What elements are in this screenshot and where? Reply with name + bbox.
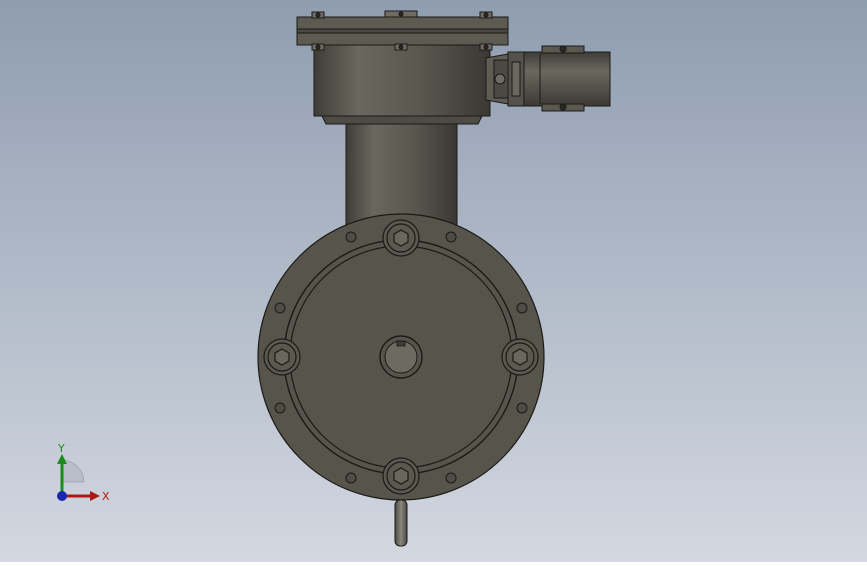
junction-box[interactable] <box>296 10 509 125</box>
conduit-pipe <box>523 51 611 107</box>
x-axis-label: X <box>102 490 110 503</box>
motor-neck <box>345 123 458 229</box>
graphics-viewport[interactable]: Y X <box>0 0 867 562</box>
orientation-triad[interactable]: Y X <box>48 440 118 510</box>
box-cover-gasket <box>296 28 509 34</box>
z-axis-dot <box>57 491 67 501</box>
box-bottom-rim <box>321 115 483 125</box>
gland-screw <box>494 73 506 85</box>
shaft-key <box>396 340 406 347</box>
bottom-stem <box>394 499 408 547</box>
y-axis-arrow <box>57 454 67 464</box>
motor-housing[interactable] <box>257 213 545 501</box>
model-view[interactable] <box>0 0 867 562</box>
cable-gland[interactable] <box>485 45 611 112</box>
box-base-flange <box>296 32 509 46</box>
box-cover-flange <box>296 16 509 30</box>
y-axis-label: Y <box>57 442 65 455</box>
box-body <box>313 44 491 117</box>
x-axis-arrow <box>90 491 100 501</box>
clamp-bolt-1 <box>511 61 521 97</box>
